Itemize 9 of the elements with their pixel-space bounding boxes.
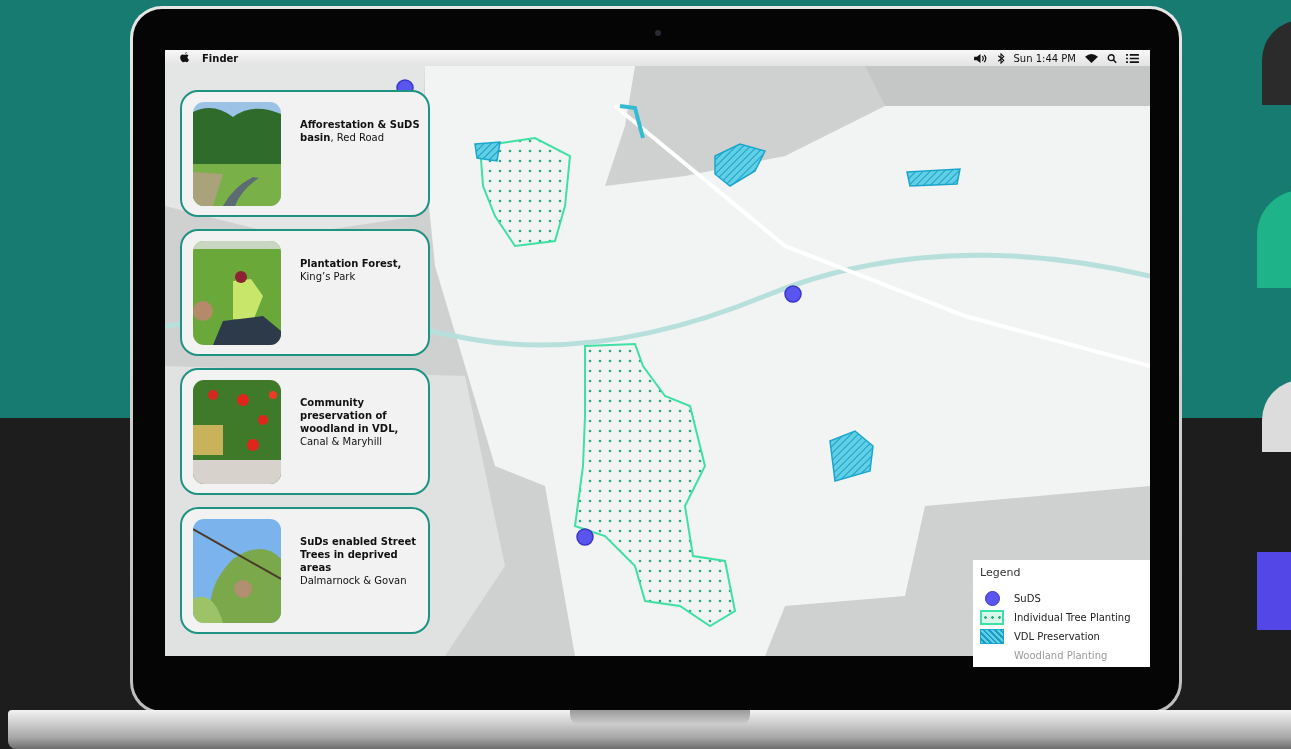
menu-clock[interactable]: Sun 1:44 PM <box>1013 52 1076 64</box>
bluetooth-icon[interactable] <box>995 52 1006 64</box>
list-icon[interactable] <box>1125 52 1140 64</box>
volume-icon[interactable] <box>972 52 988 64</box>
apple-icon[interactable] <box>179 52 190 64</box>
wifi-icon[interactable] <box>1084 52 1099 64</box>
search-icon[interactable] <box>1107 52 1117 64</box>
menu-app-name[interactable]: Finder <box>202 52 239 64</box>
camera-icon <box>655 30 661 36</box>
